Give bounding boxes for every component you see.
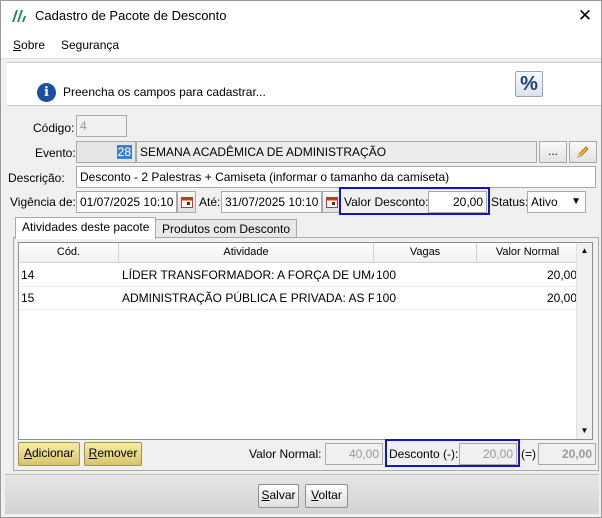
vigencia-de-field[interactable]: 01/07/2025 10:10	[76, 191, 177, 213]
remover-button[interactable]: Remover	[84, 442, 142, 466]
evento-edit-button[interactable]	[569, 141, 597, 163]
table-row[interactable]: 14 LÍDER TRANSFORMADOR: A FORÇA DE UMA .…	[19, 264, 579, 287]
valor-normal-field: 40,00	[325, 443, 383, 465]
valor-desconto-label: Valor Desconto:	[344, 195, 429, 209]
cell-vagas: 100	[376, 268, 397, 282]
tab-produtos[interactable]: Produtos com Desconto	[155, 219, 298, 239]
dropdown-arrow-icon: ▼	[571, 196, 581, 207]
descricao-field[interactable]: Desconto - 2 Palestras + Camiseta (infor…	[76, 166, 596, 188]
tab-atividades[interactable]: Atividades deste pacote	[15, 217, 157, 239]
grid-header: Cód. Atividade Vagas Valor Normal	[19, 243, 579, 263]
app-logo-icon	[12, 10, 26, 22]
desconto-field: 20,00	[459, 443, 517, 465]
vigencia-label: Vigência de:	[10, 195, 76, 209]
equals-label: (=)	[521, 447, 536, 461]
info-text: Preencha os campos para cadastrar...	[63, 85, 266, 99]
info-icon: i	[37, 83, 56, 102]
cell-valor: 20,00	[546, 268, 577, 282]
codigo-field[interactable]: 4	[76, 115, 127, 137]
cell-valor: 20,00	[546, 291, 577, 305]
evento-id-field[interactable]: 28	[76, 141, 136, 163]
adicionar-button[interactable]: Adicionar	[18, 442, 80, 466]
valor-desconto-field[interactable]: 20,00	[428, 191, 487, 213]
valor-normal-label: Valor Normal:	[249, 447, 322, 461]
codigo-label: Código:	[33, 121, 75, 135]
info-panel: i Preencha os campos para cadastrar... %	[7, 62, 601, 106]
col-header-cod[interactable]: Cód.	[19, 243, 119, 263]
col-header-valor-normal[interactable]: Valor Normal	[477, 243, 579, 263]
activities-grid: Cód. Atividade Vagas Valor Normal 14 LÍD…	[18, 242, 593, 440]
menu-sobre[interactable]: Sobre	[13, 38, 45, 52]
voltar-button[interactable]: Voltar	[305, 484, 348, 508]
ate-label: Até:	[199, 195, 221, 209]
pencil-icon	[577, 146, 589, 158]
form-area: i Preencha os campos para cadastrar... %…	[5, 61, 601, 473]
title-bar: Cadastro de Pacote de Desconto ✕	[1, 1, 601, 31]
salvar-button[interactable]: Salvar	[258, 484, 299, 508]
grid-scrollbar[interactable]: ▲ ▼	[576, 243, 592, 439]
menu-seguranca[interactable]: Segurança	[61, 38, 119, 52]
table-row[interactable]: 15 ADMINISTRAÇÃO PÚBLICA E PRIVADA: AS P…	[19, 287, 579, 310]
close-button[interactable]: ✕	[569, 1, 601, 31]
window-title: Cadastro de Pacote de Desconto	[35, 8, 227, 23]
calendar-icon	[326, 197, 338, 208]
col-header-vagas[interactable]: Vagas	[374, 243, 477, 263]
cell-cod: 14	[21, 268, 35, 282]
vigencia-ate-field[interactable]: 31/07/2025 10:10	[221, 191, 322, 213]
cell-atividade: ADMINISTRAÇÃO PÚBLICA E PRIVADA: AS P...	[122, 291, 374, 305]
evento-label: Evento:	[35, 146, 76, 160]
desconto-label: Desconto (-):	[389, 447, 459, 461]
tab-panel-atividades: Cód. Atividade Vagas Valor Normal 14 LÍD…	[13, 237, 599, 471]
calendar-de-button[interactable]	[177, 191, 196, 213]
scroll-down-icon[interactable]: ▼	[577, 423, 592, 439]
footer-bar: Salvar Voltar	[5, 474, 599, 514]
total-field: 20,00	[538, 443, 596, 465]
percent-icon[interactable]: %	[515, 71, 543, 97]
descricao-label: Descrição:	[8, 171, 65, 185]
scroll-up-icon[interactable]: ▲	[577, 243, 592, 259]
col-header-atividade[interactable]: Atividade	[119, 243, 374, 263]
status-value: Ativo	[531, 195, 558, 209]
menu-bar: Sobre Segurança	[1, 31, 601, 59]
status-select[interactable]: Ativo ▼	[527, 191, 586, 213]
window: Cadastro de Pacote de Desconto ✕ Sobre S…	[0, 0, 602, 518]
cell-vagas: 100	[376, 291, 397, 305]
cell-cod: 15	[21, 291, 35, 305]
cell-atividade: LÍDER TRANSFORMADOR: A FORÇA DE UMA ...	[122, 268, 374, 282]
calendar-icon	[181, 197, 193, 208]
evento-browse-button[interactable]: ...	[539, 141, 567, 163]
status-label: Status:	[491, 195, 529, 209]
evento-name-field: SEMANA ACADÊMICA DE ADMINISTRAÇÃO	[136, 141, 537, 163]
